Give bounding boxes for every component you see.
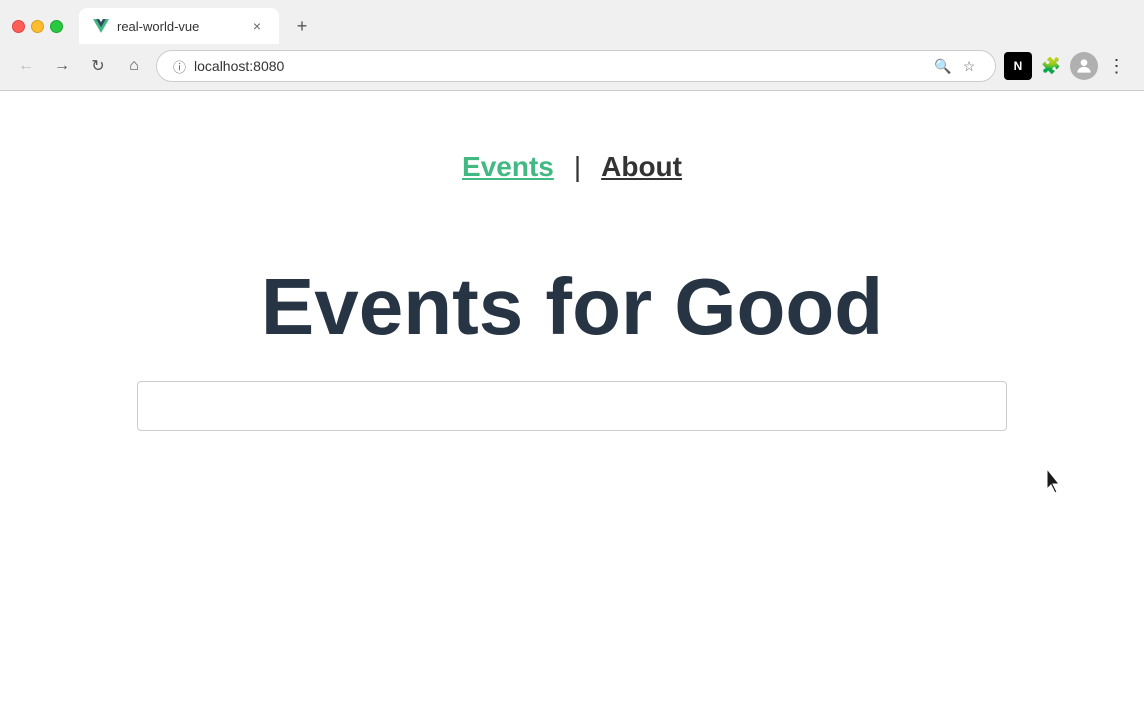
forward-button[interactable]: → <box>48 52 76 80</box>
reload-button[interactable]: ↻ <box>84 52 112 80</box>
profile-button[interactable] <box>1070 52 1098 80</box>
maximize-button[interactable] <box>50 20 63 33</box>
nav-about-link[interactable]: About <box>601 151 682 183</box>
extensions-button[interactable]: 🧩 <box>1036 51 1066 81</box>
minimize-button[interactable] <box>31 20 44 33</box>
hero-title: Events for Good <box>261 263 883 351</box>
tab-favicon <box>93 18 109 34</box>
page-content: Events | About Events for Good <box>0 91 1144 665</box>
address-bar-row: ← → ↻ ⌂ ⓘ localhost:8080 🔍 ☆ N 🧩 <box>0 44 1144 90</box>
title-bar: real-world-vue × + <box>0 0 1144 44</box>
menu-button[interactable]: ⋮ <box>1102 51 1132 81</box>
nav-separator: | <box>574 151 581 183</box>
security-icon: ⓘ <box>173 57 186 76</box>
hero-section: Events for Good <box>0 223 1144 351</box>
tab-title: real-world-vue <box>117 19 241 34</box>
nav-events-link[interactable]: Events <box>462 151 554 183</box>
browser-actions: N 🧩 ⋮ <box>1004 51 1132 81</box>
home-button[interactable]: ⌂ <box>120 52 148 80</box>
address-field[interactable]: ⓘ localhost:8080 🔍 ☆ <box>156 50 996 82</box>
card-area <box>137 381 1007 431</box>
app-nav: Events | About <box>462 91 682 223</box>
address-text: localhost:8080 <box>194 58 284 74</box>
zoom-icon[interactable]: 🔍 <box>933 56 953 76</box>
tab-close-button[interactable]: × <box>249 18 265 34</box>
browser-tab[interactable]: real-world-vue × <box>79 8 279 44</box>
bookmark-icon[interactable]: ☆ <box>959 56 979 76</box>
traffic-lights <box>12 20 63 33</box>
back-button[interactable]: ← <box>12 52 40 80</box>
browser-chrome: real-world-vue × + ← → ↻ ⌂ ⓘ localhost:8… <box>0 0 1144 91</box>
address-icons: 🔍 ☆ <box>933 56 979 76</box>
new-tab-button[interactable]: + <box>287 11 317 41</box>
extension-notion-icon[interactable]: N <box>1004 52 1032 80</box>
close-button[interactable] <box>12 20 25 33</box>
